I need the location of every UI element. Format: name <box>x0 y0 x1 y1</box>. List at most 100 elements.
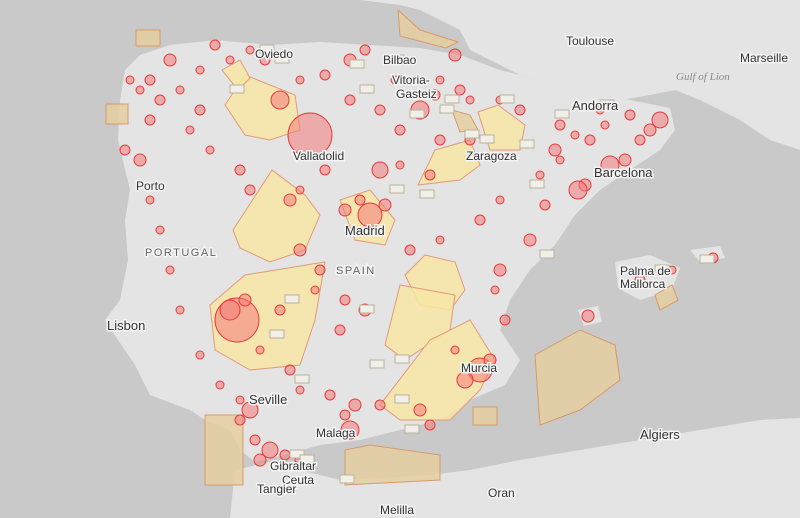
hotspot-marker[interactable] <box>194 104 206 116</box>
hotspot-marker[interactable] <box>215 380 225 390</box>
small-area-box[interactable] <box>294 374 310 384</box>
hotspot-marker[interactable] <box>548 143 562 157</box>
hotspot-marker[interactable] <box>270 90 290 110</box>
hotspot-marker[interactable] <box>514 104 526 116</box>
small-area-box[interactable] <box>439 104 455 114</box>
hotspot-marker[interactable] <box>234 164 246 176</box>
hotspot-marker[interactable] <box>395 160 405 170</box>
small-area-box[interactable] <box>409 109 425 119</box>
map-canvas[interactable]: Toulouse Marseille Gulf of Lion Oviedo B… <box>0 0 800 518</box>
hotspot-marker[interactable] <box>135 85 145 95</box>
small-area-box[interactable] <box>699 254 715 264</box>
hotspot-marker[interactable] <box>195 350 205 360</box>
hotspot-marker[interactable] <box>490 285 500 295</box>
hotspot-marker[interactable] <box>378 198 392 212</box>
hotspot-marker[interactable] <box>495 195 505 205</box>
small-area-box[interactable] <box>529 179 545 189</box>
hotspot-marker[interactable] <box>450 345 460 355</box>
hotspot-marker[interactable] <box>163 53 177 67</box>
small-area-box[interactable] <box>444 94 460 104</box>
hotspot-marker[interactable] <box>570 130 580 140</box>
hotspot-marker[interactable] <box>324 389 336 401</box>
hotspot-marker[interactable] <box>339 409 351 421</box>
hotspot-marker[interactable] <box>523 233 537 247</box>
hotspot-marker[interactable] <box>234 414 246 426</box>
hotspot-marker[interactable] <box>219 299 241 321</box>
hotspot-marker[interactable] <box>155 225 165 235</box>
hotspot-marker[interactable] <box>600 120 610 130</box>
hotspot-marker[interactable] <box>354 194 366 206</box>
hotspot-marker[interactable] <box>295 185 305 195</box>
small-area-box[interactable] <box>419 189 435 199</box>
hotspot-marker[interactable] <box>359 44 371 56</box>
hotspot-marker[interactable] <box>535 170 545 180</box>
hotspot-marker[interactable] <box>554 119 566 131</box>
hotspot-marker[interactable] <box>133 153 147 167</box>
hotspot-marker[interactable] <box>465 95 475 105</box>
hotspot-marker[interactable] <box>493 263 507 277</box>
hotspot-marker[interactable] <box>344 94 356 106</box>
small-area-box[interactable] <box>284 294 300 304</box>
small-area-box[interactable] <box>359 304 375 314</box>
small-area-box[interactable] <box>389 184 405 194</box>
hotspot-marker[interactable] <box>295 385 305 395</box>
hotspot-marker[interactable] <box>125 75 135 85</box>
hotspot-marker[interactable] <box>314 264 326 276</box>
hotspot-marker[interactable] <box>435 235 445 245</box>
hotspot-marker[interactable] <box>394 124 406 136</box>
hotspot-marker[interactable] <box>119 144 131 156</box>
small-area-box[interactable] <box>349 59 365 69</box>
hotspot-marker[interactable] <box>499 314 511 326</box>
small-area-box[interactable] <box>394 394 410 404</box>
hotspot-marker[interactable] <box>371 161 389 179</box>
hotspot-marker[interactable] <box>205 145 215 155</box>
hotspot-marker[interactable] <box>435 75 445 85</box>
hotspot-marker[interactable] <box>434 134 446 146</box>
hotspot-marker[interactable] <box>581 309 595 323</box>
hotspot-marker[interactable] <box>404 244 416 256</box>
hotspot-marker[interactable] <box>634 134 646 146</box>
hotspot-marker[interactable] <box>255 345 265 355</box>
hotspot-marker[interactable] <box>651 111 669 129</box>
hotspot-marker[interactable] <box>293 243 307 257</box>
small-area-box[interactable] <box>479 134 495 144</box>
hotspot-marker[interactable] <box>238 293 252 307</box>
hotspot-marker[interactable] <box>175 85 185 95</box>
hotspot-marker[interactable] <box>338 203 352 217</box>
small-area-box[interactable] <box>554 109 570 119</box>
hotspot-marker[interactable] <box>348 398 362 412</box>
hotspot-marker[interactable] <box>555 155 565 165</box>
small-area-box[interactable] <box>369 359 385 369</box>
hotspot-marker[interactable] <box>235 395 245 405</box>
hotspot-marker[interactable] <box>274 304 286 316</box>
small-area-box[interactable] <box>519 139 535 149</box>
hotspot-marker[interactable] <box>185 125 195 135</box>
hotspot-marker[interactable] <box>334 324 346 336</box>
hotspot-marker[interactable] <box>154 94 166 106</box>
hotspot-marker[interactable] <box>474 214 486 226</box>
small-area-box[interactable] <box>464 129 480 139</box>
hotspot-marker[interactable] <box>374 399 386 411</box>
small-area-box[interactable] <box>404 424 420 434</box>
hotspot-marker[interactable] <box>175 305 185 315</box>
hotspot-marker[interactable] <box>624 109 636 121</box>
small-area-box[interactable] <box>229 84 245 94</box>
small-area-box[interactable] <box>499 94 515 104</box>
hotspot-marker[interactable] <box>295 75 305 85</box>
hotspot-marker[interactable] <box>339 294 351 306</box>
hotspot-marker[interactable] <box>145 195 155 205</box>
small-area-box[interactable] <box>539 249 555 259</box>
hotspot-marker[interactable] <box>225 55 235 65</box>
hotspot-marker[interactable] <box>539 199 551 211</box>
hotspot-marker[interactable] <box>310 285 320 295</box>
hotspot-marker[interactable] <box>584 134 596 146</box>
hotspot-marker[interactable] <box>245 45 255 55</box>
small-area-box[interactable] <box>339 474 355 484</box>
hotspot-marker[interactable] <box>209 39 221 51</box>
hotspot-marker[interactable] <box>244 184 256 196</box>
small-area-box[interactable] <box>359 84 375 94</box>
hotspot-marker[interactable] <box>283 193 297 207</box>
small-area-box[interactable] <box>394 354 410 364</box>
hotspot-marker[interactable] <box>448 48 462 62</box>
hotspot-marker[interactable] <box>249 434 261 446</box>
